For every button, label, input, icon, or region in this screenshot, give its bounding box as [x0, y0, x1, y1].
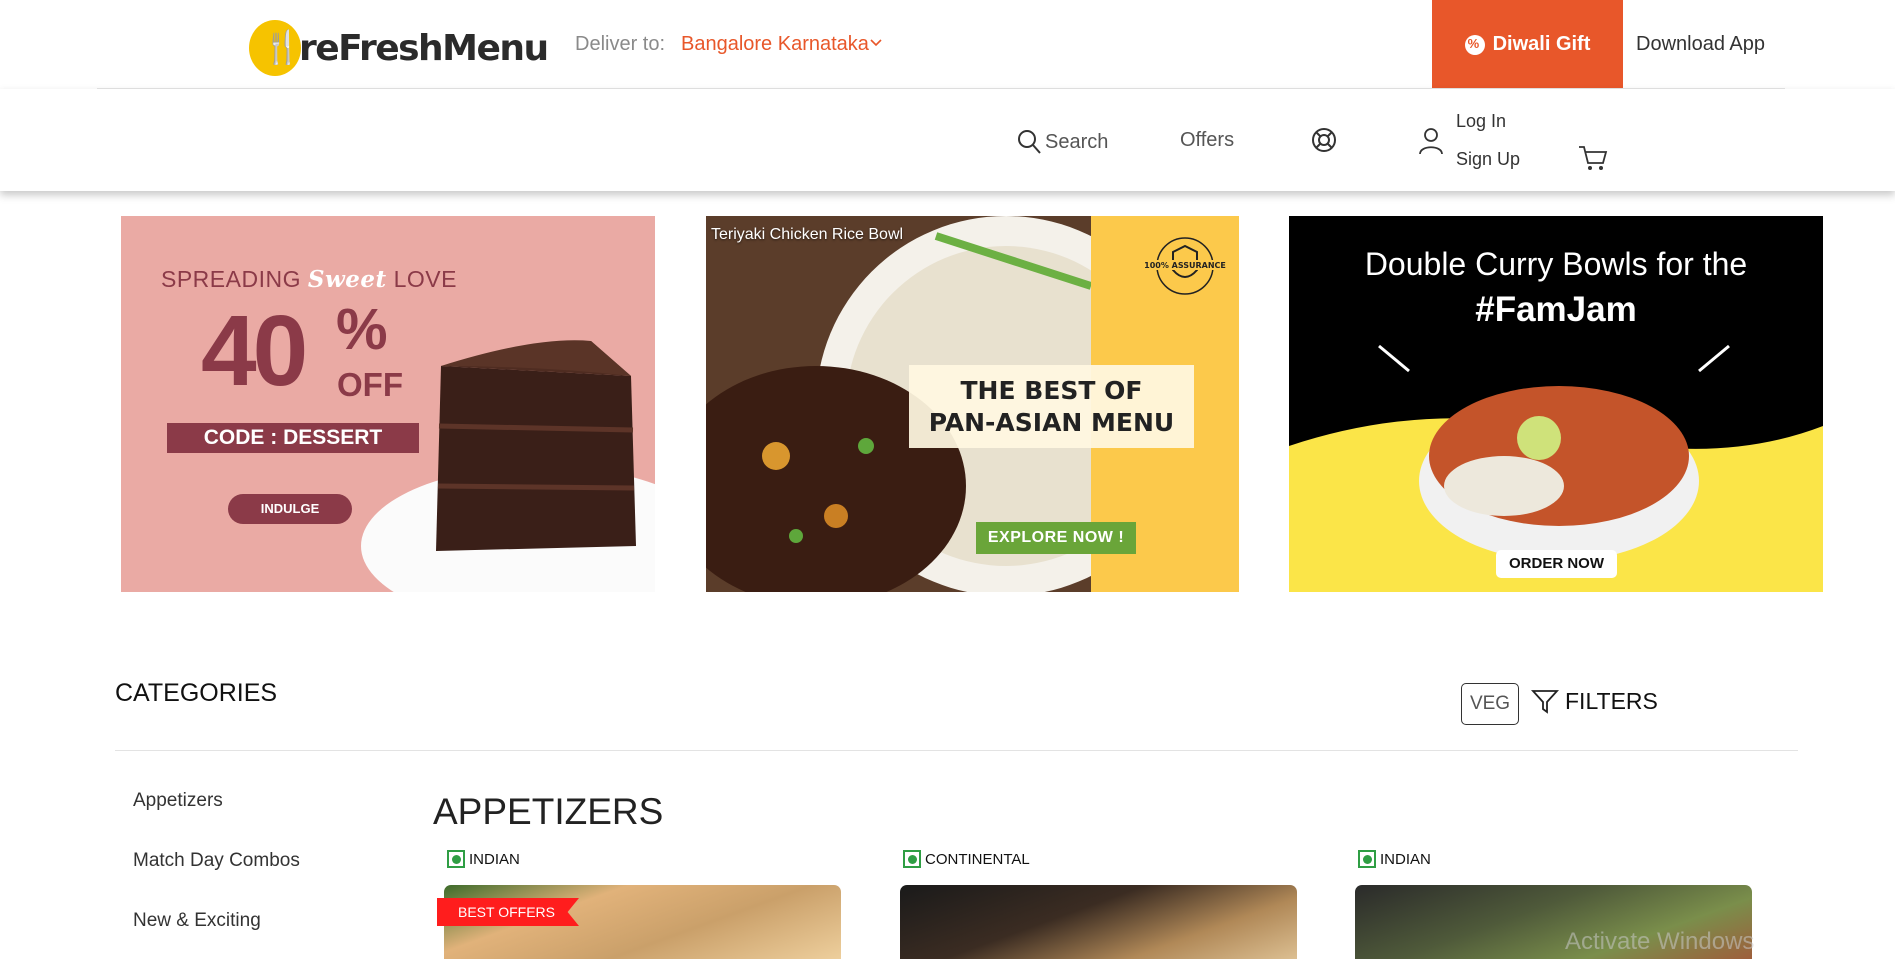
- cart-icon[interactable]: [1578, 144, 1608, 172]
- explore-now-button[interactable]: EXPLORE NOW !: [976, 522, 1136, 554]
- filters-button[interactable]: FILTERS: [1531, 687, 1658, 715]
- pan-asian-headline: THE BEST OF PAN-ASIAN MENU: [909, 365, 1194, 448]
- order-now-button[interactable]: ORDER NOW: [1496, 550, 1617, 578]
- dessert-headline-sweet: Sweet: [307, 266, 387, 293]
- categories-divider: [115, 750, 1798, 751]
- product-card[interactable]: INDIAN: [1344, 848, 1752, 959]
- categories-title: CATEGORIES: [115, 679, 278, 707]
- dessert-headline: SPREADING Sweet LOVE: [161, 266, 457, 293]
- dessert-headline-b: LOVE: [386, 266, 457, 292]
- veg-icon: [447, 850, 465, 868]
- signup-link[interactable]: Sign Up: [1456, 149, 1520, 170]
- deliver-label: Deliver to:: [575, 33, 666, 55]
- promo-banner-dessert[interactable]: SPREADING Sweet LOVE 40 % OFF CODE : DES…: [121, 216, 655, 592]
- sidebar-item-match-day-combos[interactable]: Match Day Combos: [133, 850, 300, 872]
- user-icon[interactable]: [1417, 127, 1445, 155]
- discount-value: 40: [201, 295, 308, 407]
- filters-label: FILTERS: [1565, 687, 1658, 714]
- logo-text: reFreshMenu: [299, 28, 549, 69]
- dish-caption: Teriyaki Chicken Rice Bowl: [711, 226, 904, 243]
- veg-toggle[interactable]: VEG: [1461, 683, 1519, 725]
- search-label: Search: [1045, 130, 1109, 153]
- logo-emblem-icon: 🍴: [249, 20, 302, 76]
- promo-code: CODE : DESSERT: [167, 423, 419, 453]
- login-link[interactable]: Log In: [1456, 111, 1506, 132]
- cuisine-tag: CONTINENTAL: [903, 848, 1289, 870]
- filter-icon: [1531, 690, 1559, 714]
- promo-banner-famjam[interactable]: Double Curry Bowls for the #FamJam ORDER…: [1289, 216, 1823, 592]
- download-app-link[interactable]: Download App: [1636, 33, 1765, 56]
- chevron-down-icon[interactable]: [870, 37, 882, 47]
- sidebar-item-new-exciting[interactable]: New & Exciting: [133, 910, 261, 932]
- search-icon: [1018, 130, 1041, 154]
- famjam-line-2: #FamJam: [1475, 290, 1637, 329]
- cuisine-label: INDIAN: [469, 850, 520, 868]
- discount-percent: %: [336, 297, 388, 362]
- cuisine-label: CONTINENTAL: [925, 850, 1030, 868]
- search-button[interactable]: Search: [1017, 129, 1108, 155]
- product-image[interactable]: [900, 885, 1297, 959]
- section-title: APPETIZERS: [433, 791, 664, 832]
- offers-link[interactable]: Offers: [1180, 129, 1234, 152]
- cuisine-label: INDIAN: [1380, 850, 1431, 868]
- os-watermark: Activate Windows: [1565, 928, 1755, 955]
- brand-logo[interactable]: 🍴 reFreshMenu: [249, 18, 549, 80]
- discount-icon: [1464, 34, 1485, 55]
- diwali-gift-button[interactable]: Diwali Gift: [1432, 0, 1623, 89]
- diwali-gift-label: Diwali Gift: [1492, 33, 1591, 55]
- cuisine-tag: INDIAN: [447, 848, 833, 870]
- cuisine-tag: INDIAN: [1358, 848, 1744, 870]
- sidebar-item-appetizers[interactable]: Appetizers: [133, 790, 223, 812]
- top-bar: 🍴 reFreshMenu Deliver to: Bangalore Karn…: [0, 0, 1895, 89]
- assurance-badge-text: 100% ASSURANCE: [1144, 261, 1226, 270]
- best-offers-badge: BEST OFFERS: [437, 898, 579, 926]
- deliver-location-select[interactable]: Bangalore Karnataka: [681, 33, 869, 56]
- veg-icon: [1358, 850, 1376, 868]
- dessert-headline-a: SPREADING: [161, 266, 308, 292]
- famjam-line-1: Double Curry Bowls for the: [1364, 246, 1748, 282]
- help-lifebuoy-icon[interactable]: [1311, 127, 1337, 153]
- pan-asian-headline-1: THE BEST OF: [960, 376, 1143, 405]
- veg-icon: [903, 850, 921, 868]
- product-card[interactable]: CONTINENTAL: [889, 848, 1297, 959]
- discount-off: OFF: [337, 366, 403, 403]
- product-card[interactable]: INDIAN: [433, 848, 841, 959]
- assurance-badge-icon: 100% ASSURANCE: [1144, 237, 1226, 295]
- pan-asian-headline-2: PAN-ASIAN MENU: [928, 408, 1175, 437]
- promo-banner-pan-asian[interactable]: Teriyaki Chicken Rice Bowl 100% ASSURANC…: [706, 216, 1239, 592]
- indulge-button[interactable]: INDULGE: [228, 494, 352, 524]
- nav-bar: Search Offers Log In Sign Up: [0, 89, 1895, 191]
